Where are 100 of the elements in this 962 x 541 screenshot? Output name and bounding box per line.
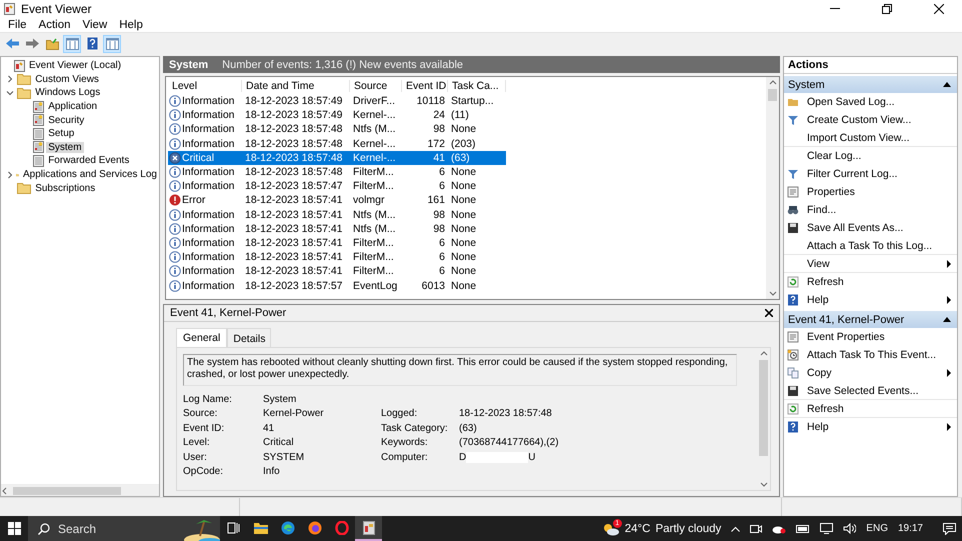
event-row[interactable]: Information 18-12-2023 18:57:41 FilterM... 6 None bbox=[168, 250, 506, 264]
column-header[interactable]: Source bbox=[350, 80, 402, 92]
monitor-icon[interactable] bbox=[820, 523, 834, 534]
notifications-icon[interactable] bbox=[943, 522, 956, 534]
command-link[interactable]: Save All Events As... bbox=[784, 219, 957, 237]
tree-item[interactable]: Applications and Services Log bbox=[21, 169, 159, 180]
event-id-cell-text: 10118 bbox=[416, 95, 446, 108]
command-link[interactable]: Save Selected Events... bbox=[784, 382, 957, 400]
tab[interactable]: Details bbox=[227, 328, 272, 347]
pane-icon bbox=[106, 38, 118, 50]
event-row[interactable]: Information 18-12-2023 18:57:49 Kernel-... 24 (11) bbox=[168, 108, 506, 122]
search-field[interactable]: Search bbox=[28, 516, 220, 541]
level-text: Information bbox=[182, 166, 235, 178]
info-icon bbox=[169, 280, 181, 292]
command-link[interactable]: Clear Log... bbox=[784, 147, 957, 165]
close-icon[interactable] bbox=[765, 309, 773, 317]
menu-item[interactable]: Action bbox=[32, 18, 76, 30]
speaker-icon[interactable] bbox=[843, 523, 856, 534]
tree-item[interactable]: Windows Logs bbox=[33, 87, 102, 98]
tree-item[interactable]: Security bbox=[46, 114, 86, 126]
actions-title: Actions bbox=[784, 57, 957, 74]
tree-item[interactable]: Setup bbox=[46, 128, 76, 140]
scrollbar-thumb[interactable] bbox=[759, 360, 768, 456]
vertical-scrollbar[interactable] bbox=[757, 348, 770, 490]
collapse-icon[interactable] bbox=[943, 82, 951, 87]
menu-item[interactable]: View bbox=[76, 18, 114, 30]
command-link[interactable]: Event Properties bbox=[784, 328, 957, 346]
tree-item[interactable]: Application bbox=[46, 101, 100, 112]
command-link[interactable]: Help bbox=[784, 291, 957, 309]
tree-item[interactable]: System bbox=[46, 142, 84, 153]
command-link[interactable]: Properties bbox=[784, 183, 957, 201]
event-row[interactable]: Information 18-12-2023 18:57:48 Kernel-... 172 (203) bbox=[168, 136, 506, 151]
tree-item[interactable]: Custom Views bbox=[33, 74, 101, 85]
command-link[interactable]: Filter Current Log... bbox=[784, 165, 957, 183]
chevron-right-icon[interactable] bbox=[6, 170, 14, 179]
battery-icon[interactable] bbox=[796, 524, 810, 532]
command-link[interactable]: Open Saved Log... bbox=[784, 93, 957, 111]
command-link[interactable]: Import Custom View... bbox=[784, 129, 957, 147]
event-row[interactable]: Information 18-12-2023 18:57:48 Ntfs (M... 98 None bbox=[168, 122, 506, 137]
toolbar-button[interactable] bbox=[103, 34, 121, 52]
cloud-icon[interactable] bbox=[772, 524, 786, 534]
event-row[interactable]: Error 18-12-2023 18:57:41 volmgr 161 None bbox=[168, 193, 506, 208]
level-text: Information bbox=[182, 222, 235, 235]
event-row[interactable]: Critical 18-12-2023 18:57:48 Kernel-... 41 (63) bbox=[168, 150, 506, 165]
event-row[interactable]: Information 18-12-2023 18:57:41 Ntfs (M... 98 None bbox=[168, 208, 506, 222]
task-category-cell-text: None bbox=[450, 208, 478, 221]
language-indicator[interactable]: ENG bbox=[866, 523, 888, 534]
command-link[interactable]: Attach Task To This Event... bbox=[784, 346, 957, 364]
event-row[interactable]: Information 18-12-2023 18:57:48 FilterM... 6 None bbox=[168, 164, 506, 180]
column-header[interactable]: Task Ca... bbox=[448, 80, 506, 92]
tab[interactable]: General bbox=[176, 328, 228, 347]
clock[interactable]: 19:17 bbox=[898, 523, 923, 534]
chevron-up-icon[interactable] bbox=[731, 526, 740, 532]
date-cell-text: 18-12-2023 18:57:41 bbox=[244, 222, 344, 235]
event-row[interactable]: Information 18-12-2023 18:57:41 FilterM... 6 None bbox=[168, 264, 506, 278]
command-link[interactable]: Create Custom View... bbox=[784, 111, 957, 129]
section-header[interactable]: Event 41, Kernel-Power bbox=[784, 311, 957, 328]
task-category-cell-text: (11) bbox=[450, 109, 470, 122]
vertical-scrollbar[interactable] bbox=[766, 77, 779, 299]
menu-item[interactable]: Help bbox=[113, 18, 149, 30]
scrollbar-thumb[interactable] bbox=[13, 486, 121, 494]
event-row[interactable]: Information 18-12-2023 18:57:49 DriverF... 10118 Startup... bbox=[168, 94, 506, 108]
tree-item[interactable]: Subscriptions bbox=[33, 182, 98, 194]
date-cell-text: 18-12-2023 18:57:49 bbox=[244, 109, 344, 122]
collapse-icon[interactable] bbox=[943, 317, 951, 322]
toolbar-button[interactable] bbox=[63, 34, 81, 52]
command-link[interactable]: Find... bbox=[784, 201, 957, 219]
section-header[interactable]: System bbox=[784, 76, 957, 93]
column-header[interactable]: Level bbox=[168, 80, 242, 92]
chevron-right-icon[interactable] bbox=[6, 75, 14, 84]
field-value: Info bbox=[263, 466, 281, 478]
command-link[interactable]: View bbox=[784, 255, 957, 273]
event-row[interactable]: Information 18-12-2023 18:57:41 FilterM... 6 None bbox=[168, 236, 506, 250]
menu-item[interactable]: File bbox=[2, 18, 33, 30]
column-header[interactable]: Date and Time bbox=[242, 80, 350, 92]
event-row[interactable]: Information 18-12-2023 18:57:41 Ntfs (M... 98 None bbox=[168, 222, 506, 236]
command-link[interactable]: Refresh bbox=[784, 273, 957, 291]
info-icon bbox=[169, 123, 181, 136]
tree-item[interactable]: Event Viewer (Local) bbox=[27, 60, 124, 72]
scrollbar-thumb[interactable] bbox=[768, 89, 777, 101]
command-link[interactable]: Help bbox=[784, 418, 957, 436]
event-row[interactable]: Information 18-12-2023 18:57:57 EventLog 6013 None bbox=[168, 278, 506, 293]
folder-icon bbox=[17, 73, 32, 86]
folder-icon bbox=[46, 38, 58, 50]
properties-icon bbox=[787, 186, 799, 198]
help-icon bbox=[787, 420, 799, 432]
tree-item[interactable]: Forwarded Events bbox=[46, 155, 132, 166]
source-cell-text: Kernel-... bbox=[352, 138, 397, 150]
column-header[interactable]: Event ID bbox=[402, 80, 448, 92]
event-row[interactable]: Information 18-12-2023 18:57:47 FilterM... 6 None bbox=[168, 179, 506, 194]
chevron-down-icon[interactable] bbox=[6, 88, 14, 97]
command-link[interactable]: Attach a Task To this Log... bbox=[784, 237, 957, 255]
event-count: Number of events: 1,316 (!) New events available bbox=[222, 58, 464, 70]
command-link[interactable]: Copy bbox=[784, 364, 957, 382]
date-cell-text: 18-12-2023 18:57:49 bbox=[244, 95, 344, 108]
horizontal-scrollbar[interactable] bbox=[1, 484, 159, 496]
camera-icon[interactable] bbox=[750, 524, 762, 534]
taskbar-app[interactable] bbox=[355, 516, 382, 541]
command-link[interactable]: Refresh bbox=[784, 400, 957, 418]
event-id-cell-text: 41 bbox=[432, 152, 446, 164]
